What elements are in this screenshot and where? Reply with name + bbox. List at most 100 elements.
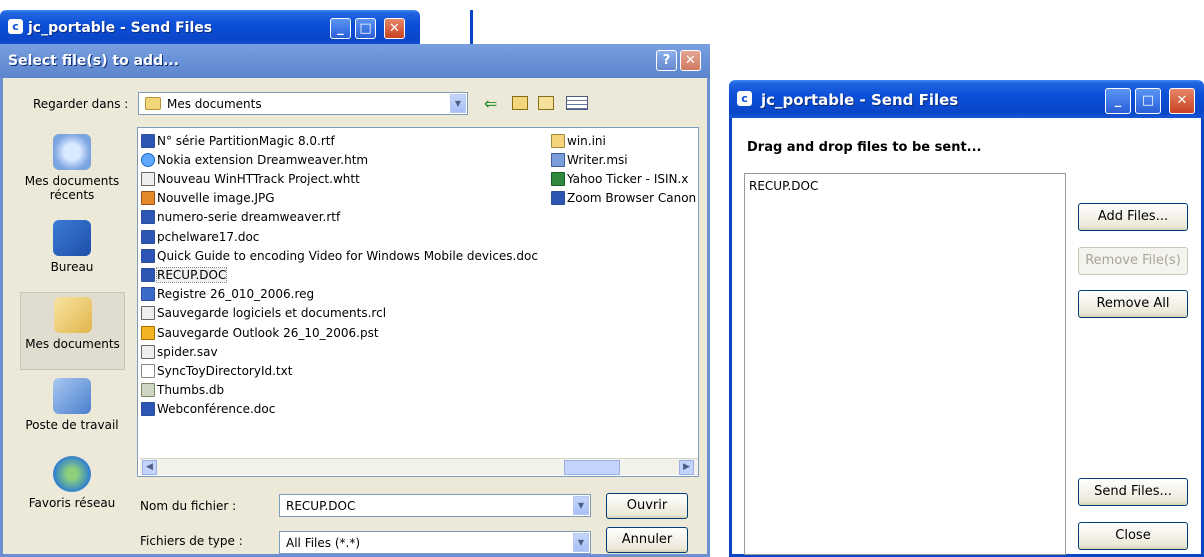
my-documents-icon xyxy=(53,297,92,333)
file-item[interactable]: Sauvegarde Outlook 26_10_2006.pst xyxy=(141,323,546,342)
filetype-label: Fichiers de type : xyxy=(140,534,243,548)
back-arrow-icon[interactable]: ⇐ xyxy=(484,94,497,113)
scroll-right-icon[interactable]: ▶ xyxy=(679,460,694,475)
file-name: numero-serie dreamweaver.rtf xyxy=(157,210,341,225)
lookin-combo[interactable]: Mes documents ▼ xyxy=(138,92,468,115)
db-icon xyxy=(141,383,155,398)
back-window-title: jc_portable - Send Files xyxy=(28,20,213,36)
file-name: N° série PartitionMagic 8.0.rtf xyxy=(157,133,335,148)
send-file-list[interactable]: RECUP.DOC xyxy=(744,173,1066,555)
minimize-icon[interactable]: _ xyxy=(330,18,351,39)
file-item[interactable]: N° série PartitionMagic 8.0.rtf xyxy=(141,131,546,150)
word-document-icon xyxy=(141,248,155,263)
file-item[interactable]: numero-serie dreamweaver.rtf xyxy=(141,208,546,227)
gen-icon xyxy=(141,171,155,186)
file-item[interactable]: Nouveau WinHTTrack Project.whtt xyxy=(141,169,546,188)
filetype-select[interactable]: All Files (*.*) ▼ xyxy=(279,531,591,554)
place-my-documents[interactable]: Mes documents xyxy=(20,292,125,370)
send-files-button[interactable]: Send Files... xyxy=(1078,478,1188,506)
place-my-computer[interactable]: Poste de travail xyxy=(20,378,124,432)
help-icon[interactable]: ? xyxy=(656,50,677,71)
file-name: pchelware17.doc xyxy=(157,229,260,244)
file-name: Writer.msi xyxy=(567,152,628,167)
word-document-icon xyxy=(141,267,155,282)
place-desktop[interactable]: Bureau xyxy=(20,220,124,274)
send-app-icon: c xyxy=(737,91,752,106)
file-name: Sauvegarde Outlook 26_10_2006.pst xyxy=(157,325,379,340)
new-folder-icon[interactable] xyxy=(538,96,554,110)
close-icon[interactable]: ✕ xyxy=(384,18,405,39)
file-name: SyncToyDirectoryId.txt xyxy=(157,363,293,378)
file-item[interactable]: Registre 26_010_2006.reg xyxy=(141,285,546,304)
file-item[interactable]: win.ini xyxy=(551,131,697,150)
file-item[interactable]: Thumbs.db xyxy=(141,381,546,400)
scroll-left-icon[interactable]: ◀ xyxy=(142,460,157,475)
img-icon xyxy=(141,191,155,206)
word-document-icon xyxy=(141,133,155,148)
open-button[interactable]: Ouvrir xyxy=(606,493,688,519)
file-name: Thumbs.db xyxy=(157,383,225,398)
file-name: Nouveau WinHTTrack Project.whtt xyxy=(157,171,360,186)
send-minimize-icon[interactable]: _ xyxy=(1105,88,1131,114)
file-name: Zoom Browser Canon xyxy=(567,191,697,206)
view-menu-icon[interactable] xyxy=(566,96,588,110)
send-window-title: jc_portable - Send Files xyxy=(761,91,959,109)
send-maximize-icon[interactable]: □ xyxy=(1135,88,1161,114)
file-item[interactable]: Sauvegarde logiciels et documents.rcl xyxy=(141,304,546,323)
file-name: spider.sav xyxy=(157,344,218,359)
send-file-item[interactable]: RECUP.DOC xyxy=(749,179,818,193)
remove-files-button[interactable]: Remove File(s) xyxy=(1078,247,1188,275)
gen-icon xyxy=(141,306,155,321)
dialog-titlebar[interactable]: Select file(s) to add... ? ✕ xyxy=(0,44,710,78)
filename-dropdown-icon[interactable]: ▼ xyxy=(573,496,589,515)
dialog-close-icon[interactable]: ✕ xyxy=(680,50,701,71)
file-name: Yahoo Ticker - ISIN.x xyxy=(567,171,689,186)
file-name: Nokia extension Dreamweaver.htm xyxy=(157,152,369,167)
lookin-label: Regarder dans : xyxy=(33,97,129,111)
file-item[interactable]: Quick Guide to encoding Video for Window… xyxy=(141,246,546,265)
file-item[interactable]: Yahoo Ticker - ISIN.x xyxy=(551,169,697,188)
send-close-icon[interactable]: ✕ xyxy=(1169,88,1195,114)
back-window-titlebar[interactable]: c jc_portable - Send Files _ □ ✕ xyxy=(0,10,420,46)
remove-all-button[interactable]: Remove All xyxy=(1078,290,1188,318)
maximize-icon[interactable]: □ xyxy=(355,18,376,39)
lookin-value: Mes documents xyxy=(167,96,262,111)
txt-icon xyxy=(141,363,155,378)
file-item[interactable]: Zoom Browser Canon xyxy=(551,189,697,208)
reg-icon xyxy=(141,287,155,302)
file-item[interactable]: Nouvelle image.JPG xyxy=(141,189,546,208)
file-name: Nouvelle image.JPG xyxy=(157,191,275,206)
chevron-down-icon[interactable]: ▼ xyxy=(450,94,466,113)
app-icon: c xyxy=(8,19,23,34)
cancel-button[interactable]: Annuler xyxy=(606,527,688,553)
filename-input[interactable]: RECUP.DOC ▼ xyxy=(279,494,591,517)
add-files-button[interactable]: Add Files... xyxy=(1078,203,1188,231)
back-window-edge xyxy=(470,10,473,46)
up-folder-icon[interactable] xyxy=(512,96,528,110)
place-recent[interactable]: Mes documents récents xyxy=(20,134,124,202)
file-name: Webconférence.doc xyxy=(157,402,276,417)
file-name: RECUP.DOC xyxy=(155,266,228,283)
file-item[interactable]: Nokia extension Dreamweaver.htm xyxy=(141,150,546,169)
file-item[interactable]: Writer.msi xyxy=(551,150,697,169)
file-item[interactable]: spider.sav xyxy=(141,342,546,361)
word-document-icon xyxy=(141,229,155,244)
filetype-dropdown-icon[interactable]: ▼ xyxy=(573,533,589,552)
file-item[interactable]: Webconférence.doc xyxy=(141,400,546,419)
place-network[interactable]: Favoris réseau xyxy=(20,456,124,510)
file-name: Sauvegarde logiciels et documents.rcl xyxy=(157,306,387,321)
pst-icon xyxy=(141,325,155,340)
file-item[interactable]: pchelware17.doc xyxy=(141,227,546,246)
filename-label: Nom du fichier : xyxy=(140,499,237,513)
word-document-icon xyxy=(551,191,565,206)
horizontal-scrollbar[interactable]: ◀ ▶ xyxy=(140,458,698,475)
word-document-icon xyxy=(141,402,155,417)
desktop-icon xyxy=(53,220,91,256)
file-item[interactable]: RECUP.DOC xyxy=(141,265,546,284)
scroll-thumb[interactable] xyxy=(564,460,620,475)
close-button[interactable]: Close xyxy=(1078,522,1188,550)
file-item[interactable]: SyncToyDirectoryId.txt xyxy=(141,361,546,380)
file-name: win.ini xyxy=(567,133,606,148)
network-icon xyxy=(53,456,91,492)
send-window-titlebar[interactable]: c jc_portable - Send Files _ □ ✕ xyxy=(729,80,1204,118)
